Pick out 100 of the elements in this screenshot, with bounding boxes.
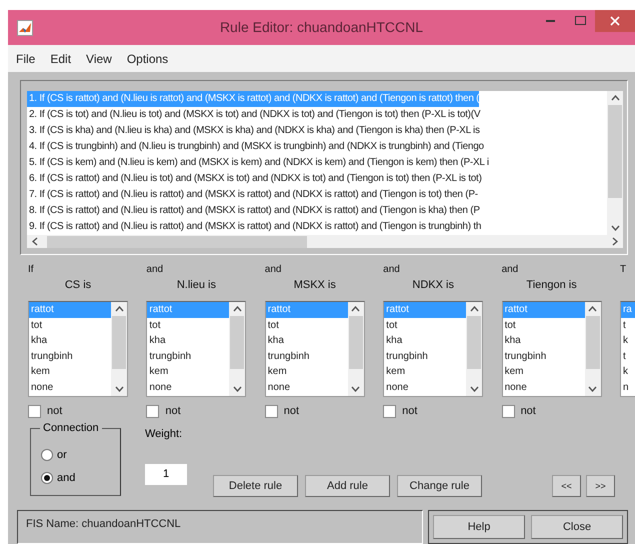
list-item[interactable]: tot [502, 318, 585, 333]
radio-button[interactable] [41, 448, 53, 461]
rule-list[interactable] [27, 91, 623, 235]
scroll-up-icon[interactable] [610, 95, 620, 101]
list-item[interactable]: kha [29, 333, 111, 348]
list-item[interactable]: none [502, 380, 585, 395]
scroll-up-icon[interactable] [232, 306, 242, 312]
checkbox-label: not [165, 405, 181, 417]
scrollbar-thumb[interactable] [467, 316, 482, 369]
app-icon[interactable] [17, 20, 33, 36]
variable-label: NDKX is [411, 278, 455, 293]
scroll-down-icon[interactable] [470, 386, 479, 392]
list-item[interactable]: none [147, 380, 230, 395]
scroll-left-icon[interactable] [32, 237, 38, 246]
scroll-up-icon[interactable] [470, 306, 479, 312]
footer-button[interactable]: Help [433, 515, 525, 539]
list-item[interactable]: trungbinh [502, 348, 585, 364]
list-item[interactable]: none [29, 380, 111, 395]
list-item[interactable]: trungbinh [384, 348, 466, 364]
menu-item[interactable]: Options [118, 52, 176, 66]
list-item[interactable]: trungbinh [266, 348, 348, 364]
list-item[interactable]: tot [384, 318, 466, 333]
scroll-right-icon[interactable] [612, 237, 618, 246]
scrollbar-thumb[interactable] [608, 105, 622, 198]
close-icon [610, 16, 620, 26]
not-checkbox[interactable] [264, 404, 278, 418]
scroll-down-icon[interactable] [588, 386, 598, 392]
footer-button[interactable]: Close [531, 515, 623, 539]
scroll-down-icon[interactable] [114, 386, 124, 392]
rule-item[interactable]: 2. If (CS is tot) and (N.lieu is tot) and (MSKX is tot) and (NDKX is tot) and (Tiengon is tot) then (P-XL is tot)(V [27, 107, 480, 123]
variable-label: MSKX is [292, 278, 337, 293]
action-button[interactable]: Delete rule [213, 474, 298, 497]
not-checkbox[interactable] [502, 404, 515, 418]
nav-button[interactable]: >> [586, 474, 615, 497]
rule-item[interactable]: 5. If (CS is kem) and (N.lieu is kem) and (MSKX is kem) and (NDKX is kem) and (Tiengon is kem) then (P-XL i [27, 155, 489, 171]
list-item[interactable]: k [620, 333, 635, 348]
option-list[interactable]: rattot tot kha trungbinh kem none [502, 301, 602, 397]
scroll-up-icon[interactable] [114, 306, 124, 312]
nav-button[interactable]: << [552, 474, 581, 497]
list-item[interactable]: kem [29, 364, 111, 380]
list-item[interactable]: k [620, 364, 635, 380]
option-list[interactable]: rattot tot kha trungbinh kem none [146, 301, 246, 397]
list-item[interactable]: kem [147, 364, 230, 380]
weight-label: Weight: [145, 428, 184, 440]
scroll-down-icon[interactable] [232, 386, 242, 392]
list-item[interactable]: t [620, 348, 635, 364]
menu-item[interactable]: Edit [42, 52, 78, 66]
option-list[interactable]: rattot tot kha trungbinh kem none [28, 301, 128, 397]
radio-label: and [57, 472, 76, 484]
action-button[interactable]: Add rule [305, 474, 390, 497]
scroll-up-icon[interactable] [351, 306, 360, 312]
variable-label: CS is [64, 278, 92, 293]
option-list[interactable]: rattot tot kha trungbinh kem none [264, 301, 365, 397]
list-item[interactable]: kha [147, 333, 230, 348]
menu-item[interactable]: View [78, 52, 119, 66]
close-button[interactable] [595, 10, 635, 32]
scrollbar-thumb[interactable] [348, 316, 363, 369]
menu-item[interactable]: File [8, 52, 42, 66]
rule-item[interactable]: 3. If (CS is kha) and (N.lieu is kha) and (MSKX is kha) and (NDKX is kha) and (Tiengon is kha) then (P-XL is [27, 123, 480, 139]
rule-item[interactable]: 4. If (CS is trungbinh) and (N.lieu is trungbinh) and (MSKX is trungbinh) and (NDKX is trungbinh) and (Tiengo [27, 139, 484, 155]
list-item[interactable]: trungbinh [29, 348, 111, 364]
checkbox-label: not [47, 405, 62, 417]
list-item[interactable]: tot [266, 318, 348, 333]
scrollbar-thumb[interactable] [230, 316, 244, 369]
not-checkbox[interactable] [28, 404, 41, 418]
scroll-up-icon[interactable] [588, 306, 598, 312]
list-item[interactable]: kem [384, 364, 466, 380]
not-checkbox[interactable] [383, 404, 396, 418]
checkbox-label: not [402, 405, 418, 417]
list-item[interactable]: none [266, 380, 348, 395]
not-checkbox[interactable] [146, 404, 160, 418]
scrollbar-thumb[interactable] [47, 236, 307, 248]
list-item[interactable]: kha [266, 333, 348, 348]
list-item[interactable]: t [620, 318, 635, 333]
action-button[interactable]: Change rule [397, 474, 482, 497]
group-title: Connection [40, 422, 102, 434]
connector-label: If [28, 263, 35, 277]
list-item[interactable]: trungbinh [147, 348, 230, 364]
rule-item[interactable]: 9. If (CS is rattot) and (N.lieu is rattot) and (MSKX is rattot) and (NDKX is rattot) and (Tiengon is trungbinh) th [27, 219, 482, 235]
option-list[interactable]: rattot tot kha trungbinh kem none [383, 301, 484, 397]
scrollbar-thumb[interactable] [586, 316, 600, 369]
variable-label: N.lieu is [176, 278, 217, 293]
list-item[interactable]: kha [502, 333, 585, 348]
connector-label: and [383, 263, 401, 277]
weight-field[interactable]: 1 [145, 464, 187, 485]
radio-button[interactable] [41, 472, 53, 484]
list-item[interactable]: kem [502, 364, 585, 380]
list-item[interactable]: tot [29, 318, 111, 333]
rule-item[interactable]: 6. If (CS is rattot) and (N.lieu is tot) and (MSKX is tot) and (NDKX is tot) and (Tiengon is tot) then (P-XL is tot) [27, 171, 482, 187]
rule-item[interactable]: 8. If (CS is rattot) and (N.lieu is rattot) and (MSKX is rattot) and (NDKX is rattot) and (Tiengon is kha) then (P [27, 203, 480, 219]
scroll-down-icon[interactable] [610, 225, 620, 231]
scroll-down-icon[interactable] [351, 386, 360, 392]
list-item[interactable]: n [620, 380, 635, 395]
list-item[interactable]: tot [147, 318, 230, 333]
rule-item[interactable]: 7. If (CS is rattot) and (N.lieu is rattot) and (MSKX is rattot) and (NDKX is rattot) and (Tiengon is tot) then (P- [27, 187, 478, 203]
list-item[interactable]: kha [384, 333, 466, 348]
option-list[interactable]: ra t k t k n [620, 301, 635, 397]
list-item[interactable]: none [384, 380, 466, 395]
scrollbar-thumb[interactable] [112, 316, 126, 369]
list-item[interactable]: kem [266, 364, 348, 380]
